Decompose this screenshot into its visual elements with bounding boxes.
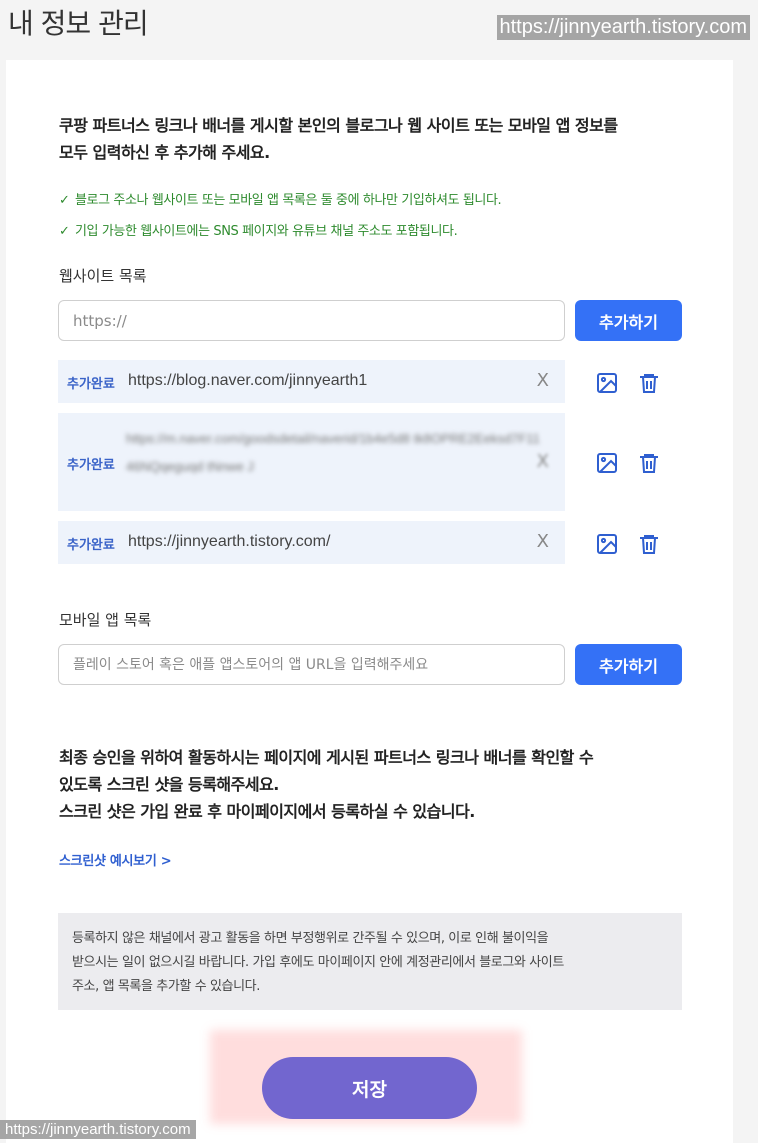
add-app-button[interactable]: 추가하기: [575, 644, 682, 685]
info-card: 쿠팡 파트너스 링크나 배너를 게시할 본인의 블로그나 웹 사이트 또는 모바…: [6, 60, 733, 1143]
info-box: 등록하지 않은 채널에서 광고 활동을 하면 부정행위로 간주될 수 있으며, …: [58, 913, 682, 1010]
notice-line-1: 최종 승인을 위하여 활동하시는 페이지에 게시된 파트너스 링크나 배너를 확…: [59, 748, 594, 767]
website-list-item: 추가완료 https://blog.naver.com/jinnyearth1 …: [58, 360, 565, 403]
website-url: https://jinnyearth.tistory.com/: [128, 533, 331, 550]
info-line-3: 주소, 앱 목록을 추가할 수 있습니다.: [72, 979, 260, 994]
save-button[interactable]: 저장: [262, 1057, 477, 1119]
check-icon: ✓: [59, 224, 70, 239]
image-icon[interactable]: [595, 451, 619, 475]
close-icon[interactable]: X: [537, 451, 549, 472]
website-url-blurred: https://m.naver.com/goodsdetail/naverid/…: [126, 431, 540, 474]
image-icon[interactable]: [595, 532, 619, 556]
screenshot-example-link[interactable]: 스크린샷 예시보기 >: [59, 850, 172, 869]
added-badge: 추가완료: [67, 538, 115, 553]
note-item: ✓ 블로그 주소나 웹사이트 또는 모바일 앱 목록은 둘 중에 하나만 기입하셔…: [59, 189, 502, 208]
intro-line-2: 모두 입력하신 후 추가해 주세요.: [59, 143, 270, 162]
added-badge: 추가완료: [67, 377, 115, 392]
check-icon: ✓: [59, 193, 70, 208]
app-section-label: 모바일 앱 목록: [59, 611, 152, 629]
note-text: 블로그 주소나 웹사이트 또는 모바일 앱 목록은 둘 중에 하나만 기입하셔도…: [75, 193, 502, 208]
note-item: ✓ 기입 가능한 웹사이트에는 SNS 페이지와 유튜브 채널 주소도 포함됩니다…: [59, 220, 458, 239]
image-icon[interactable]: [595, 371, 619, 395]
notice-line-2: 있도록 스크린 샷을 등록해주세요.: [59, 775, 279, 794]
website-list-item: 추가완료 https://m.naver.com/goodsdetail/nav…: [58, 413, 565, 511]
notice-line-3: 스크린 샷은 가입 완료 후 마이페이지에서 등록하실 수 있습니다.: [59, 802, 475, 821]
add-website-button[interactable]: 추가하기: [575, 300, 682, 341]
website-url: https://blog.naver.com/jinnyearth1: [128, 372, 368, 389]
screenshot-notice: 최종 승인을 위하여 활동하시는 페이지에 게시된 파트너스 링크나 배너를 확…: [59, 744, 699, 825]
page-title: 내 정보 관리: [8, 7, 149, 40]
intro-line-1: 쿠팡 파트너스 링크나 배너를 게시할 본인의 블로그나 웹 사이트 또는 모바…: [59, 116, 618, 135]
trash-icon[interactable]: [637, 532, 661, 556]
close-icon[interactable]: X: [537, 531, 549, 552]
trash-icon[interactable]: [637, 451, 661, 475]
close-icon[interactable]: X: [537, 370, 549, 391]
note-text: 기입 가능한 웹사이트에는 SNS 페이지와 유튜브 채널 주소도 포함됩니다.: [75, 224, 458, 239]
info-line-1: 등록하지 않은 채널에서 광고 활동을 하면 부정행위로 간주될 수 있으며, …: [72, 931, 549, 946]
website-list-item: 추가완료 https://jinnyearth.tistory.com/ X: [58, 521, 565, 564]
website-section-label: 웹사이트 목록: [59, 267, 147, 285]
intro-text: 쿠팡 파트너스 링크나 배너를 게시할 본인의 블로그나 웹 사이트 또는 모바…: [59, 112, 699, 166]
website-url-input[interactable]: [58, 300, 565, 341]
added-badge: 추가완료: [67, 458, 115, 473]
trash-icon[interactable]: [637, 371, 661, 395]
watermark-bottom: https://jinnyearth.tistory.com: [0, 1120, 196, 1139]
app-url-input[interactable]: [58, 644, 565, 685]
watermark-top: https://jinnyearth.tistory.com: [496, 15, 750, 40]
info-line-2: 받으시는 일이 없으시길 바랍니다. 가입 후에도 마이페이지 안에 계정관리에…: [72, 955, 564, 970]
